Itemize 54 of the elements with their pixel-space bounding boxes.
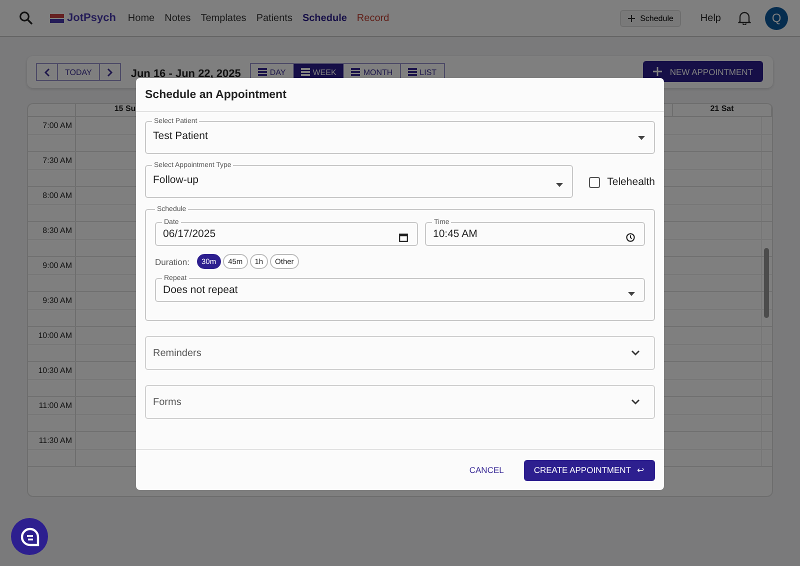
duration-label: Duration: — [155, 256, 190, 266]
dialog-title: Schedule an Appointment — [145, 88, 286, 100]
plus-icon — [652, 67, 662, 76]
scrollbar[interactable] — [764, 248, 769, 318]
search-icon[interactable] — [19, 11, 33, 25]
clock-icon — [626, 232, 635, 242]
chevron-left-icon — [44, 68, 50, 76]
user-avatar[interactable]: Q — [765, 6, 788, 30]
time-label: 8:00 AM — [42, 191, 72, 200]
section-title: Forms — [153, 396, 182, 408]
view-icon — [258, 68, 267, 76]
bell-icon[interactable] — [738, 11, 751, 25]
time-label: 7:00 AM — [42, 121, 72, 130]
time-label: 8:30 AM — [42, 226, 72, 235]
time-label: 11:30 AM — [38, 436, 72, 445]
accordion-section[interactable]: Forms — [145, 385, 655, 419]
plus-icon — [628, 14, 636, 22]
calendar-icon — [399, 232, 408, 242]
cancel-button[interactable]: CANCEL — [463, 464, 510, 476]
chat-button[interactable] — [11, 518, 48, 555]
view-icon — [300, 68, 310, 76]
time-label: 10:00 AM — [38, 331, 72, 340]
caret-icon — [638, 136, 645, 140]
nav-link[interactable]: Templates — [200, 12, 246, 24]
logo-icon — [50, 14, 64, 22]
time-label: 7:30 AM — [42, 156, 72, 165]
view-icon — [351, 68, 360, 76]
day-header: 21 Sat — [710, 104, 734, 113]
logo-text[interactable]: JotPsych — [67, 12, 116, 24]
nav-link[interactable]: Notes — [164, 12, 191, 24]
time-label: 9:00 AM — [42, 261, 72, 270]
create-appointment-button[interactable]: CREATE APPOINTMENT ↩ — [524, 460, 655, 480]
schedule-button[interactable]: Schedule — [620, 10, 682, 26]
today-button[interactable]: TODAY — [57, 63, 100, 81]
new-appointment-button[interactable]: NEW APPOINTMENT — [642, 61, 763, 82]
view-icon — [408, 68, 417, 76]
telehealth-label[interactable]: Telehealth — [607, 176, 655, 188]
chevron-right-icon — [106, 68, 113, 76]
telehealth-checkbox[interactable] — [589, 176, 600, 188]
day-header: 15 Su — [114, 104, 136, 113]
time-label: 11:00 AM — [38, 401, 72, 410]
time-label: 10:30 AM — [38, 366, 72, 375]
time-label: 9:30 AM — [42, 296, 72, 305]
nav-link[interactable]: Schedule — [302, 12, 347, 24]
next-button[interactable] — [98, 63, 121, 81]
chat-icon — [20, 526, 40, 546]
nav-link[interactable]: Patients — [256, 12, 292, 24]
section-title: Reminders — [153, 348, 202, 358]
nav-link[interactable]: Record — [356, 12, 390, 24]
accordion-section[interactable]: Reminders — [145, 336, 655, 370]
help-link[interactable]: Help — [700, 12, 721, 24]
previous-button[interactable] — [36, 63, 58, 81]
nav-link[interactable]: Home — [128, 12, 155, 24]
date-range: Jun 16 - Jun 22, 2025 — [130, 68, 241, 80]
